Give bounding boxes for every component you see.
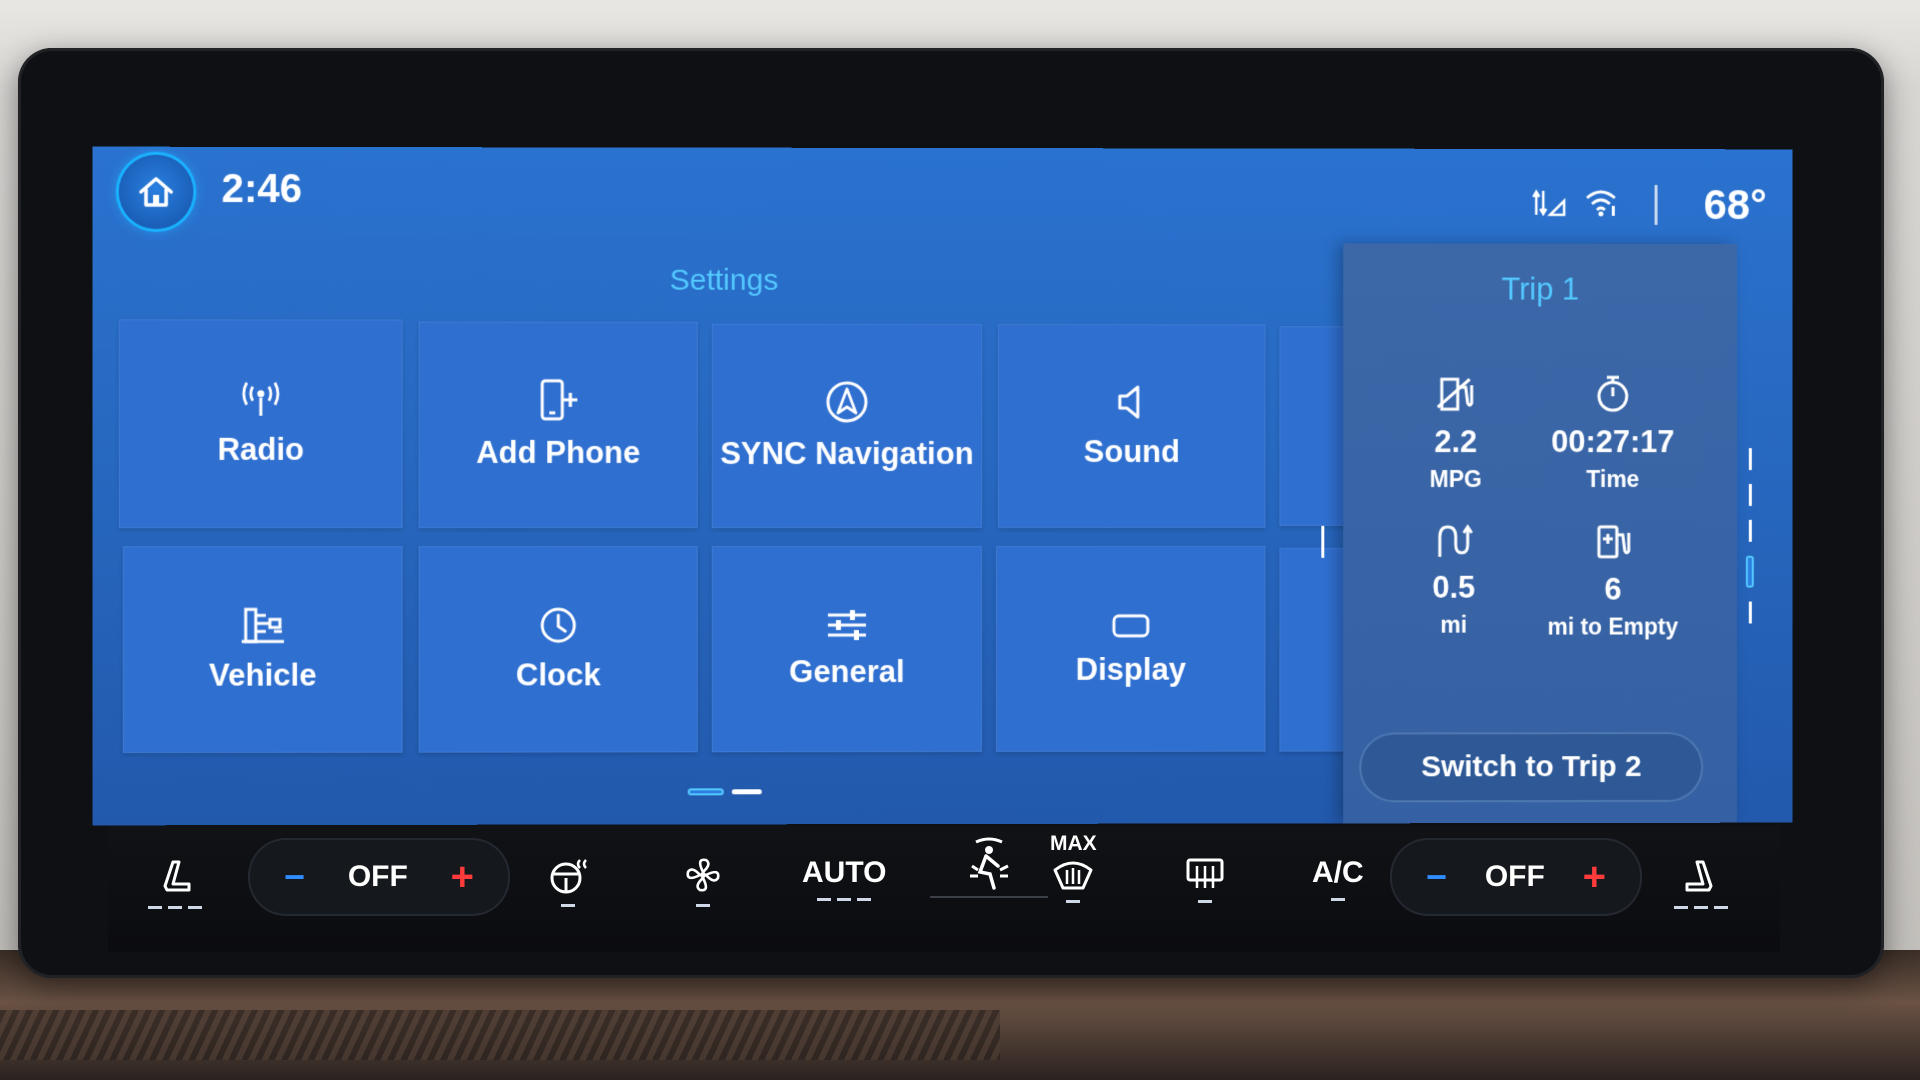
right-temp-decrease[interactable]: − [1426, 856, 1447, 898]
data-signal-icon [1532, 187, 1566, 219]
switch-trip-button[interactable]: Switch to Trip 2 [1359, 732, 1704, 803]
status-separator [1654, 185, 1658, 225]
distance-icon [1434, 523, 1474, 559]
stopwatch-icon [1593, 373, 1633, 413]
tile-add-phone[interactable]: Add Phone [418, 321, 698, 529]
trip-panel: Trip 1 2.2 MPG 00:27:17 Time 0.5 mi 6 mi… [1343, 243, 1737, 824]
tile-label: Add Phone [476, 434, 641, 470]
tile-label: Vehicle [209, 657, 317, 693]
tile-sound[interactable]: Sound [997, 324, 1266, 528]
left-heated-seat-button[interactable] [148, 858, 202, 909]
home-icon [138, 176, 173, 206]
climate-control-bar: − OFF + AUTO MAX A/C − OFF + [108, 826, 1780, 952]
auto-label: AUTO [802, 856, 887, 889]
ac-button[interactable]: A/C [1312, 856, 1364, 901]
airflow-person-icon [970, 837, 1009, 890]
left-temp-value: OFF [347, 860, 408, 893]
tile-label: Sound [1083, 434, 1180, 470]
clock-icon [538, 605, 578, 645]
heated-seat-icon [1685, 860, 1713, 892]
trip-stat-time: 00:27:17 Time [1528, 373, 1697, 493]
trip-value: 2.2 [1434, 424, 1478, 460]
max-defrost-button[interactable]: MAX [1050, 832, 1097, 903]
trip-stat-mpg: 2.2 MPG [1371, 373, 1540, 493]
sliders-icon [827, 609, 866, 640]
front-defrost-icon [1053, 861, 1093, 890]
fan-icon [686, 858, 720, 892]
max-label: MAX [1050, 832, 1097, 855]
fuel-economy-icon [1434, 373, 1478, 413]
infotainment-screen: 2:46 68° Settings Radio Add Phone SYNC N… [92, 146, 1793, 826]
navigation-arrow-icon [825, 381, 868, 423]
trip-value: 0.5 [1432, 569, 1476, 605]
rear-defrost-button[interactable] [1184, 856, 1226, 903]
left-temp-decrease[interactable]: − [284, 856, 305, 898]
tile-label: Display [1075, 651, 1186, 687]
fan-speed-button[interactable] [682, 854, 724, 907]
trip-title: Trip 1 [1501, 271, 1580, 307]
home-button[interactable] [118, 154, 194, 230]
left-temp-increase[interactable]: + [451, 855, 474, 900]
tile-label: General [789, 654, 905, 690]
outside-temperature: 68° [1703, 181, 1767, 229]
heated-steering-button[interactable] [546, 856, 590, 907]
wifi-icon [1584, 188, 1618, 217]
tile-radio[interactable]: Radio [118, 319, 403, 529]
status-icons [1532, 187, 1617, 219]
trip-value: 00:27:17 [1551, 424, 1675, 460]
tile-label: Clock [515, 657, 601, 693]
add-phone-icon [537, 379, 579, 423]
vehicle-icon [240, 605, 286, 645]
right-temp-control: − OFF + [1390, 838, 1642, 916]
heated-steering-wheel-icon [550, 859, 587, 894]
tile-display[interactable]: Display [995, 545, 1266, 752]
page-dot-active[interactable] [687, 788, 724, 796]
tiles-scroll-indicator [1321, 525, 1325, 558]
page-title: Settings [669, 263, 779, 297]
speaker-icon [1114, 382, 1150, 422]
tile-partial-next[interactable] [1279, 326, 1350, 526]
right-temp-value: OFF [1484, 860, 1545, 893]
trip-unit: MPG [1429, 466, 1482, 492]
right-heated-seat-button[interactable] [1674, 858, 1728, 909]
tile-label: Radio [217, 431, 305, 467]
tile-clock[interactable]: Clock [418, 546, 698, 753]
left-temp-control: − OFF + [248, 838, 510, 916]
trip-unit: mi to Empty [1547, 613, 1679, 640]
tile-label: SYNC Navigation [720, 435, 974, 472]
page-indicator[interactable] [687, 788, 762, 796]
tile-vehicle[interactable]: Vehicle [122, 546, 403, 754]
ac-label: A/C [1312, 856, 1364, 889]
tile-partial-next[interactable] [1279, 547, 1350, 752]
fuel-pump-icon [1593, 523, 1633, 561]
trip-unit: mi [1440, 611, 1468, 638]
tile-sync-navigation[interactable]: SYNC Navigation [711, 323, 982, 529]
heated-seat-icon [163, 860, 191, 892]
right-temp-increase[interactable]: + [1583, 855, 1606, 900]
air-recirculation-button[interactable] [930, 836, 1048, 898]
tile-general[interactable]: General [711, 545, 982, 753]
trip-value: 6 [1604, 571, 1622, 607]
trip-scroll-indicator[interactable] [1745, 448, 1755, 624]
trip-stat-range: 6 mi to Empty [1528, 523, 1697, 641]
auto-climate-button[interactable]: AUTO [802, 856, 886, 901]
rear-defrost-icon [1186, 858, 1224, 888]
display-icon [1111, 610, 1151, 640]
radio-antenna-icon [241, 380, 281, 420]
status-time: 2:46 [221, 166, 303, 212]
trip-stat-distance: 0.5 mi [1369, 523, 1538, 639]
page-dot[interactable] [731, 789, 762, 795]
trip-unit: Time [1586, 466, 1640, 492]
